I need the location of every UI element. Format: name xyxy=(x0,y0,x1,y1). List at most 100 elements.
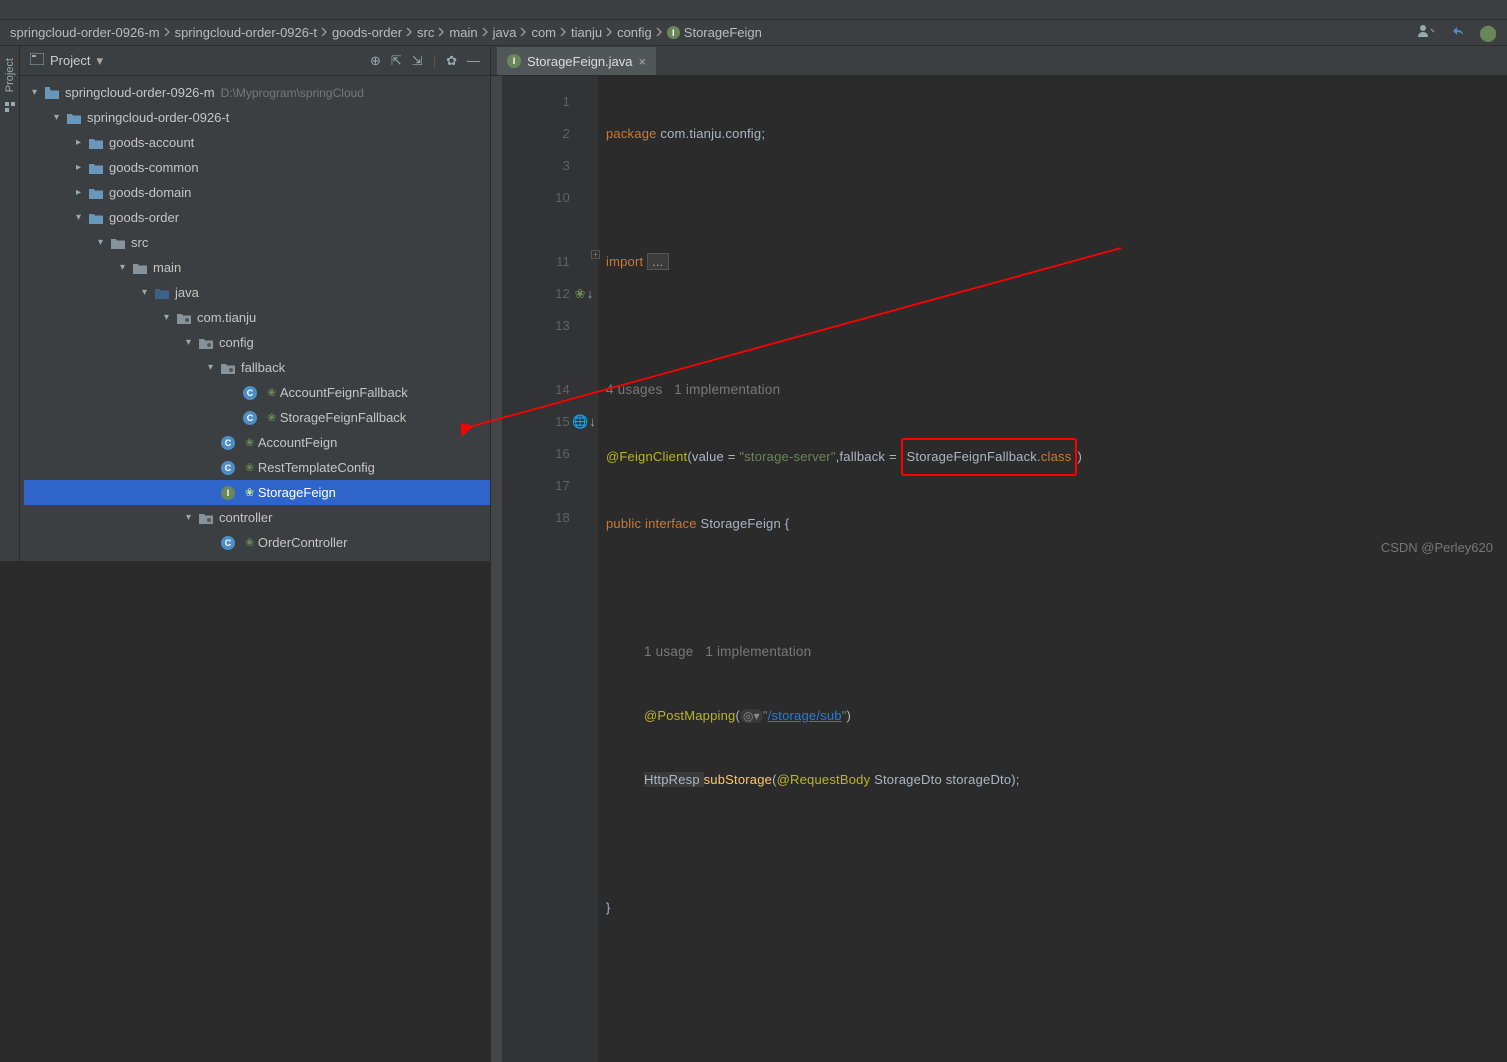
chevron-right-icon xyxy=(164,25,171,40)
code-token: ) xyxy=(847,708,852,723)
spring-icon: ❀ xyxy=(267,386,276,399)
caret-down-icon: ▾ xyxy=(96,53,103,69)
project-panel: Project ▾ ⊕ ⇱ ⇲ | ✿ — ▾ springcloud-orde… xyxy=(20,46,491,561)
close-icon[interactable]: × xyxy=(639,54,647,69)
line-number: 12 xyxy=(510,278,570,310)
project-toolwindow-tab[interactable]: Project xyxy=(4,54,16,96)
line-number: 18 xyxy=(510,502,570,534)
line-number: 2 xyxy=(510,118,570,150)
module-icon xyxy=(88,210,104,226)
code-hint[interactable]: 1 usage xyxy=(644,644,693,659)
spring-icon: ❀ xyxy=(245,486,254,499)
module-icon xyxy=(44,85,60,101)
spring-icon: ❀ xyxy=(245,436,254,449)
folder-icon xyxy=(132,260,148,276)
tree-node[interactable]: ▾fallback xyxy=(24,355,490,380)
tree-node[interactable]: ▾goods-order xyxy=(24,205,490,230)
project-panel-title[interactable]: Project ▾ xyxy=(30,53,103,69)
collapse-all-icon[interactable]: ⇲ xyxy=(412,53,423,69)
run-dash-icon[interactable]: ⬤ xyxy=(1479,23,1497,43)
breadcrumb-item[interactable]: src xyxy=(417,25,434,40)
structure-icon[interactable] xyxy=(3,100,17,114)
caret-down-icon: ▾ xyxy=(164,312,176,323)
expand-all-icon[interactable]: ⇱ xyxy=(391,53,402,69)
gear-icon[interactable]: ✿ xyxy=(446,53,457,69)
gutter-marker-web[interactable]: 🌐↓ xyxy=(573,406,595,438)
code-hint[interactable]: 4 usages xyxy=(606,382,662,397)
inlay-hint-icon[interactable]: ◎▾ xyxy=(740,709,763,723)
tree-root[interactable]: ▾ springcloud-order-0926-m D:\Myprogram\… xyxy=(24,80,490,105)
code-token: StorageFeignFallback. xyxy=(907,449,1041,464)
breadcrumb-item[interactable]: main xyxy=(449,25,477,40)
folder-icon xyxy=(110,235,126,251)
module-icon xyxy=(88,135,104,151)
undo-icon[interactable] xyxy=(1449,24,1465,41)
tree-label: goods-common xyxy=(109,160,199,175)
code-token: @PostMapping xyxy=(644,708,735,723)
code-token: import xyxy=(606,254,647,269)
tree-label: AccountFeignFallback xyxy=(280,385,408,400)
line-number xyxy=(510,342,570,374)
editor-tabs: I StorageFeign.java × xyxy=(491,46,1507,76)
line-number xyxy=(510,214,570,246)
line-number: 13 xyxy=(510,310,570,342)
project-view-icon xyxy=(30,53,44,68)
breadcrumb-item[interactable]: tianju xyxy=(571,25,602,40)
interface-icon: I xyxy=(507,54,521,68)
line-number: 10 xyxy=(510,182,570,214)
locate-icon[interactable]: ⊕ xyxy=(370,53,381,69)
code-hint[interactable]: 1 implementation xyxy=(705,644,811,659)
gutter-marker-leaf[interactable]: ❀↓ xyxy=(573,278,595,310)
tree-node[interactable]: ▾src xyxy=(24,230,490,255)
fold-icon[interactable]: + xyxy=(591,250,600,259)
code-token: ,fallback = xyxy=(836,449,901,464)
breadcrumb: springcloud-order-0926-m springcloud-ord… xyxy=(0,20,1507,46)
tree-node[interactable]: ▾com.tianju xyxy=(24,305,490,330)
hide-icon[interactable]: — xyxy=(467,53,480,69)
class-icon: C xyxy=(220,435,236,451)
source-folder-icon xyxy=(154,285,170,301)
code-hint[interactable]: 1 implementation xyxy=(674,382,780,397)
scrollbar[interactable] xyxy=(491,76,502,1062)
breadcrumb-item[interactable]: config xyxy=(617,25,652,40)
breadcrumb-item[interactable]: springcloud-order-0926-m xyxy=(10,25,160,40)
breadcrumb-item[interactable]: IStorageFeign xyxy=(667,25,762,40)
tree-leaf[interactable]: C❀ AccountFeignFallback xyxy=(24,380,490,405)
tree-label: config xyxy=(219,335,254,350)
tree-label: StorageFeignFallback xyxy=(280,410,406,425)
editor-tab[interactable]: I StorageFeign.java × xyxy=(497,47,656,75)
user-icon[interactable] xyxy=(1417,24,1435,41)
tree-node[interactable]: ▸goods-domain xyxy=(24,180,490,205)
breadcrumb-item[interactable]: java xyxy=(493,25,517,40)
tree-node[interactable]: ▾config xyxy=(24,330,490,355)
caret-down-icon: ▾ xyxy=(98,237,110,248)
code-token: HttpResp xyxy=(644,772,704,787)
tree-node[interactable]: ▾java xyxy=(24,280,490,305)
tree-leaf[interactable]: C❀ StorageFeignFallback xyxy=(24,405,490,430)
tree-leaf[interactable]: C❀ AccountFeign xyxy=(24,430,490,455)
chevron-right-icon xyxy=(406,25,413,40)
class-icon: C xyxy=(220,535,236,551)
tree-node[interactable]: ▾main xyxy=(24,255,490,280)
breadcrumb-item[interactable]: springcloud-order-0926-t xyxy=(175,25,317,40)
tree-path: D:\Myprogram\springCloud xyxy=(221,86,364,100)
module-icon xyxy=(66,110,82,126)
breadcrumb-item[interactable]: goods-order xyxy=(332,25,402,40)
line-number: 17 xyxy=(510,470,570,502)
project-tree[interactable]: ▾ springcloud-order-0926-m D:\Myprogram\… xyxy=(20,76,490,561)
code-content[interactable]: package com.tianju.config; +import ... 4… xyxy=(598,76,1507,1062)
tree-node[interactable]: ▸goods-account xyxy=(24,130,490,155)
tree-leaf[interactable]: C❀ RestTemplateConfig xyxy=(24,455,490,480)
breadcrumb-item[interactable]: com xyxy=(531,25,556,40)
spring-icon: ❀ xyxy=(245,536,254,549)
folded-code[interactable]: ... xyxy=(647,253,668,270)
code-editor[interactable]: 1 2 3 10 11 12 13 14 15 16 17 18 ❀↓ 🌐↓ xyxy=(491,76,1507,1062)
tree-node[interactable]: ▾controller xyxy=(24,505,490,530)
code-token: } xyxy=(606,900,611,915)
tree-node[interactable]: ▸goods-common xyxy=(24,155,490,180)
tree-leaf[interactable]: C❀ OrderController xyxy=(24,530,490,555)
tree-leaf-selected[interactable]: I❀ StorageFeign xyxy=(24,480,490,505)
tree-label: fallback xyxy=(241,360,285,375)
tree-node[interactable]: ▾springcloud-order-0926-t xyxy=(24,105,490,130)
package-icon xyxy=(198,510,214,526)
